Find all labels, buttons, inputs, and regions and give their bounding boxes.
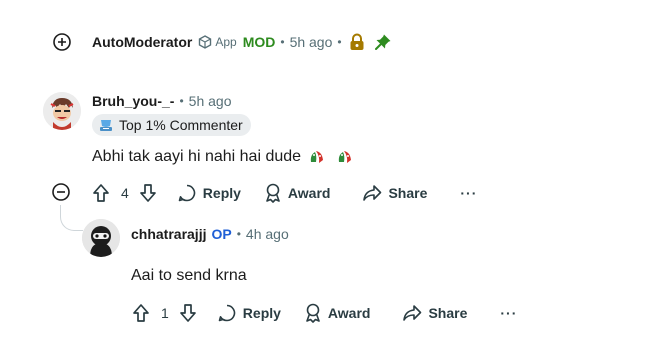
app-badge-icon: [199, 35, 212, 49]
award-icon: [266, 183, 280, 203]
downvote-button[interactable]: [179, 303, 197, 323]
emoji-icon: [310, 151, 324, 163]
award-button[interactable]: Award: [264, 183, 331, 203]
thread-line: [60, 205, 83, 231]
share-button[interactable]: Share: [362, 183, 427, 203]
flair-text: Top 1% Commenter: [119, 117, 243, 133]
app-badge: App: [198, 35, 237, 49]
upvote-icon: [93, 184, 109, 202]
reply-icon: [218, 304, 236, 322]
avatar-image: [43, 92, 81, 130]
comment1-time[interactable]: 5h ago: [189, 93, 232, 109]
reply-label: Reply: [242, 305, 281, 321]
award-icon: [306, 303, 320, 323]
separator: •: [179, 94, 184, 108]
vote-count: 4: [121, 185, 129, 201]
pin-icon: [374, 34, 391, 50]
upvote-button[interactable]: [92, 183, 110, 203]
comment1-username[interactable]: Bruh_you-_-: [92, 93, 174, 109]
comment2-meta-row: chhatrarajjj OP • 4h ago: [131, 225, 289, 243]
avatar-image: [82, 219, 120, 257]
separator: •: [280, 35, 285, 49]
award-button[interactable]: Award: [304, 303, 371, 323]
comment2-body: Aai to send krna: [131, 264, 247, 288]
downvote-icon: [179, 304, 196, 322]
more-options-button[interactable]: ···: [460, 185, 477, 201]
comment2-body-text: Aai to send krna: [131, 267, 247, 284]
more-icon: ···: [460, 185, 478, 201]
share-label: Share: [428, 305, 468, 321]
share-button[interactable]: Share: [402, 303, 467, 323]
downvote-icon: [139, 184, 156, 202]
automod-meta-row: AutoModerator App MOD • 5h ago •: [92, 33, 392, 51]
trophy-icon: [100, 120, 112, 131]
reply-icon: [178, 184, 196, 202]
lock-icon: [350, 33, 364, 50]
reply-label: Reply: [202, 185, 241, 201]
more-options-button[interactable]: ···: [500, 305, 517, 321]
comment1-body: Abhi tak aayi hi nahi hai dude: [92, 145, 355, 169]
comment2-username[interactable]: chhatrarajjj: [131, 226, 206, 242]
app-label: App: [215, 35, 237, 49]
vote-count: 1: [161, 305, 169, 321]
downvote-button[interactable]: [139, 183, 157, 203]
user-flair: Top 1% Commenter: [92, 114, 251, 136]
comment2-action-bar: 1 Reply Award Share ···: [132, 300, 517, 326]
avatar[interactable]: [82, 219, 120, 257]
share-icon: [363, 185, 382, 201]
award-label: Award: [287, 185, 331, 201]
share-icon: [403, 305, 422, 321]
reply-button[interactable]: Reply: [217, 303, 281, 323]
comment1-action-bar: 4 Reply Award Share ···: [92, 180, 477, 206]
collapse-thread-button[interactable]: [51, 182, 71, 202]
mod-label: MOD: [242, 34, 276, 50]
separator: •: [337, 35, 342, 49]
emoji-icon: [338, 151, 352, 163]
reply-button[interactable]: Reply: [177, 183, 241, 203]
more-icon: ···: [500, 305, 518, 321]
collapse-minus-icon: [52, 183, 70, 201]
op-badge: OP: [211, 226, 232, 242]
expand-comment-button[interactable]: [52, 32, 72, 52]
comment1-meta-row: Bruh_you-_- • 5h ago: [92, 92, 231, 110]
award-label: Award: [327, 305, 371, 321]
comment1-body-text: Abhi tak aayi hi nahi hai dude: [92, 148, 302, 165]
upvote-icon: [133, 304, 149, 322]
automod-username[interactable]: AutoModerator: [92, 34, 192, 50]
separator: •: [236, 227, 241, 241]
automod-time[interactable]: 5h ago: [290, 34, 333, 50]
share-label: Share: [388, 185, 428, 201]
avatar[interactable]: [43, 92, 81, 130]
upvote-button[interactable]: [132, 303, 150, 323]
expand-plus-icon: [53, 33, 71, 51]
comment2-time[interactable]: 4h ago: [246, 226, 289, 242]
